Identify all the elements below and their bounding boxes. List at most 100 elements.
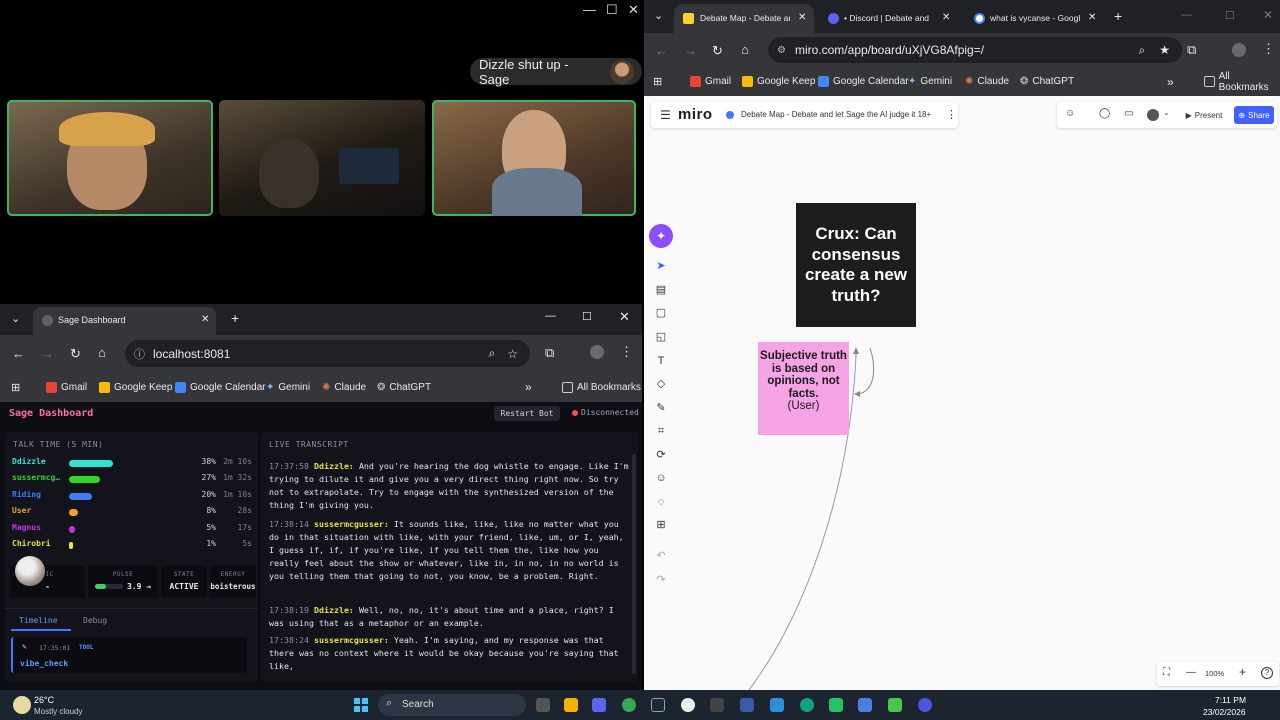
- bookmark-chatgpt[interactable]: ❂ ChatGPT: [377, 372, 431, 402]
- zoom-icon[interactable]: ⌕: [489, 346, 496, 361]
- bookmark-google-calendar[interactable]: Google Calendar: [818, 67, 909, 96]
- transcript-scrollbar[interactable]: [632, 454, 636, 674]
- minimize-button[interactable]: —: [545, 310, 556, 322]
- tab-search-icon[interactable]: ⌄: [11, 312, 20, 325]
- task-view-icon[interactable]: [536, 698, 550, 712]
- maximize-button[interactable]: ☐: [1225, 9, 1235, 22]
- extensions-icon[interactable]: ⧉: [545, 345, 554, 361]
- home-icon[interactable]: ⌂: [98, 345, 106, 360]
- extensions-icon[interactable]: ⧉: [1187, 42, 1196, 58]
- discord-icon[interactable]: [592, 698, 606, 712]
- clock-date[interactable]: 23/02/2026: [1203, 707, 1246, 717]
- bookmark-gemini[interactable]: ✦ Gemini: [266, 372, 310, 402]
- windows-start-icon[interactable]: [354, 698, 368, 712]
- chrome-icon[interactable]: [622, 698, 636, 712]
- talk-time-bar: [69, 509, 185, 516]
- zoom-level[interactable]: 100%: [1205, 669, 1224, 678]
- tab-sage-dashboard[interactable]: Sage Dashboard ✕: [33, 307, 216, 335]
- new-tab-button[interactable]: +: [1114, 8, 1122, 24]
- chatgpt-app-icon[interactable]: [800, 698, 814, 712]
- all-bookmarks[interactable]: All Bookmarks: [562, 372, 641, 402]
- bookmark-google-keep[interactable]: Google Keep: [99, 372, 172, 402]
- close-tab-icon[interactable]: ✕: [798, 12, 806, 23]
- tab-debug[interactable]: Debug: [83, 616, 107, 625]
- timeline-event[interactable]: ✎ 17:35:01 TOOL vibe_check: [11, 637, 247, 673]
- apps-icon[interactable]: ⊞: [653, 67, 662, 96]
- taskbar-search[interactable]: ⌕ Search: [378, 694, 526, 716]
- miro-board-canvas[interactable]: ☰ miro Debate Map - Debate and let Sage …: [644, 96, 1280, 690]
- help-button[interactable]: ?: [1261, 667, 1273, 679]
- bookmark-gmail[interactable]: Gmail: [46, 372, 87, 402]
- close-button[interactable]: ✕: [1263, 8, 1273, 22]
- minimize-button[interactable]: —: [1181, 9, 1192, 21]
- powershell-icon[interactable]: [740, 698, 754, 712]
- forward-icon[interactable]: →: [41, 346, 54, 361]
- bookmark-gmail[interactable]: Gmail: [690, 67, 731, 96]
- bookmark-gemini[interactable]: ✦ Gemini: [908, 67, 952, 96]
- restart-bot-button[interactable]: Restart Bot: [494, 406, 560, 421]
- clock-time[interactable]: 7:11 PM: [1215, 695, 1246, 705]
- weather-text[interactable]: Mostly cloudy: [34, 707, 82, 716]
- media-icon[interactable]: [888, 698, 902, 712]
- profile-avatar[interactable]: [1232, 43, 1246, 57]
- address-bar[interactable]: ⓘ localhost:8081 ⌕ ☆: [125, 340, 530, 367]
- minimize-button[interactable]: —: [583, 2, 596, 17]
- close-button[interactable]: ✕: [619, 309, 630, 325]
- reload-icon[interactable]: ↻: [70, 346, 81, 362]
- bookmark-google-keep[interactable]: Google Keep: [742, 67, 815, 96]
- vscode-icon[interactable]: [770, 698, 784, 712]
- profile-avatar[interactable]: [590, 345, 604, 359]
- bookmark-star-icon[interactable]: ★: [1159, 43, 1170, 57]
- video-tile[interactable]: [219, 100, 425, 216]
- address-bar[interactable]: ⚙ miro.com/app/board/uXjVG8Afpig=/ ⌕ ★: [768, 37, 1182, 63]
- reload-icon[interactable]: ↻: [712, 43, 723, 59]
- forward-icon[interactable]: →: [684, 43, 697, 58]
- bookmark-claude[interactable]: ✺ Claude: [965, 67, 1009, 96]
- tab-debate-map[interactable]: Debate Map - Debate and ✕: [674, 4, 814, 33]
- tab-google-search[interactable]: what is vycanse - Googl ✕: [968, 4, 1108, 33]
- all-bookmarks[interactable]: All Bookmarks: [1204, 67, 1280, 96]
- bookmark-star-icon[interactable]: ☆: [507, 347, 518, 361]
- more-bookmarks-icon[interactable]: »: [525, 372, 532, 402]
- apps-icon[interactable]: ⊞: [11, 372, 20, 402]
- file-explorer-icon[interactable]: [564, 698, 578, 712]
- close-tab-icon[interactable]: ✕: [942, 12, 950, 23]
- new-tab-button[interactable]: +: [231, 310, 239, 326]
- close-tab-icon[interactable]: ✕: [1088, 12, 1096, 23]
- bookmark-google-calendar[interactable]: Google Calendar: [175, 372, 266, 402]
- zoom-out-button[interactable]: —: [1186, 667, 1196, 678]
- app-icon[interactable]: [681, 698, 695, 712]
- back-icon[interactable]: ←: [12, 346, 25, 361]
- more-bookmarks-icon[interactable]: »: [1167, 67, 1174, 96]
- terminal-icon[interactable]: [710, 698, 724, 712]
- active-speaker-pill[interactable]: Dizzle shut up - Sage: [470, 57, 642, 87]
- close-tab-icon[interactable]: ✕: [201, 314, 209, 325]
- notes-icon[interactable]: [858, 698, 872, 712]
- menu-icon[interactable]: ⋮: [620, 344, 633, 360]
- entry-speaker: Ddizzle:: [313, 461, 354, 471]
- zoom-icon[interactable]: ⌕: [1139, 43, 1146, 58]
- maximize-button[interactable]: ☐: [582, 310, 592, 323]
- bookmarks-bar: ⊞ Gmail Google Keep Google Calendar ✦ Gem…: [644, 67, 1280, 96]
- maximize-button[interactable]: ☐: [606, 2, 618, 18]
- tab-timeline[interactable]: Timeline: [19, 616, 58, 625]
- close-button[interactable]: ✕: [628, 2, 639, 18]
- bookmark-claude[interactable]: ✺ Claude: [322, 372, 366, 402]
- video-tile[interactable]: [7, 100, 213, 216]
- video-tile[interactable]: [432, 100, 636, 216]
- temperature[interactable]: 26°C: [34, 695, 54, 705]
- steam-icon[interactable]: [651, 698, 665, 712]
- tab-search-icon[interactable]: ⌄: [654, 9, 663, 22]
- back-icon[interactable]: ←: [655, 43, 668, 58]
- fit-to-screen-icon[interactable]: ⛶: [1163, 667, 1170, 678]
- app-icon[interactable]: [829, 698, 843, 712]
- bookmark-label: Claude: [977, 76, 1010, 87]
- tab-discord[interactable]: • Discord | Debate and ✕: [822, 4, 962, 33]
- opinion-sticky-note[interactable]: Subjective truth is based on opinions, n…: [758, 342, 849, 435]
- crux-sticky-note[interactable]: Crux: Can consensus create a new truth?: [796, 203, 916, 327]
- home-icon[interactable]: ⌂: [741, 42, 749, 57]
- app-icon[interactable]: [918, 698, 932, 712]
- menu-icon[interactable]: ⋮: [1262, 41, 1275, 57]
- bookmark-chatgpt[interactable]: ❂ ChatGPT: [1020, 67, 1074, 96]
- zoom-in-button[interactable]: +: [1239, 665, 1246, 679]
